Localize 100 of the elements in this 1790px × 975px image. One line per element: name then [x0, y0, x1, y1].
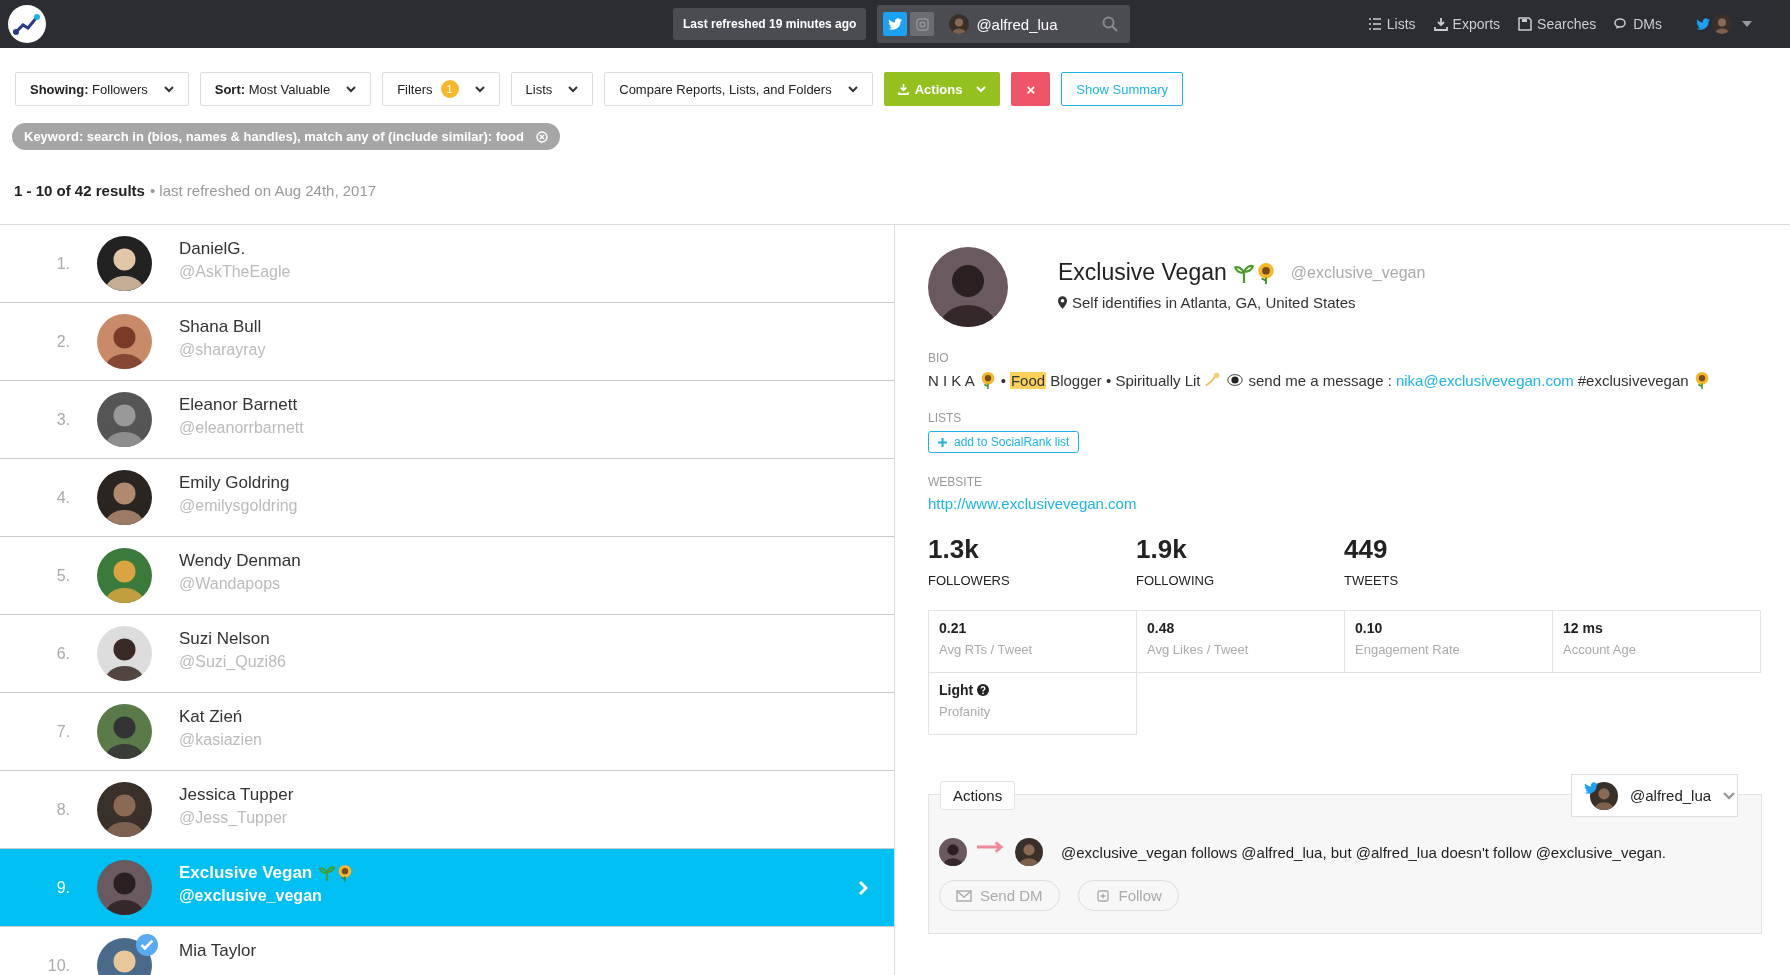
chevron-right-icon — [858, 880, 868, 895]
user-name: Kat Zień — [179, 707, 243, 727]
user-name: DanielG. — [179, 239, 246, 259]
eye-icon — [1226, 371, 1245, 389]
count-badge: 1 — [440, 80, 459, 98]
result-row[interactable]: 10. Mia Taylor — [0, 927, 894, 975]
download-icon — [1433, 17, 1448, 31]
dropdown-button[interactable]: Showing: Followers — [15, 72, 189, 106]
result-row[interactable]: 4. Emily Goldring @emilysgoldring — [0, 459, 894, 537]
result-row[interactable]: 1. DanielG. @AskTheEagle — [0, 225, 894, 303]
user-handle: @Wandapops — [179, 575, 282, 593]
highlighted-keyword: Food — [1009, 371, 1047, 389]
logo-icon[interactable] — [8, 5, 46, 43]
rank-number: 5. — [55, 566, 70, 585]
section-label: LISTS — [928, 411, 963, 425]
chevron-icon — [847, 85, 858, 93]
stat-label: TWEETS — [1344, 573, 1400, 588]
account-switcher[interactable]: @alfred_lua — [877, 5, 1131, 43]
bird-icon — [1696, 18, 1710, 30]
location-pin-icon — [1058, 296, 1067, 309]
chevron-icon — [346, 85, 357, 93]
user-name: Wendy Denman — [179, 551, 301, 571]
nav-link[interactable]: Searches — [1518, 16, 1597, 32]
chevron-icon — [976, 85, 987, 93]
plus-icon — [938, 437, 947, 447]
metric-label: Engagement Rate — [1355, 642, 1461, 657]
rank-number: 7. — [55, 722, 70, 741]
dropdown-button[interactable]: Lists — [510, 72, 594, 106]
caret-icon — [1742, 21, 1752, 27]
rank-number: 3. — [55, 410, 70, 429]
user-name: Exclusive Vegan — [179, 863, 313, 883]
nav-link[interactable]: DMs — [1614, 16, 1662, 32]
envelope-icon — [956, 889, 972, 902]
download-icon — [897, 83, 909, 95]
arrow-icon — [977, 840, 1005, 854]
user-handle: @eleanorrbarnett — [179, 419, 304, 437]
network-tab[interactable] — [883, 12, 908, 36]
stat-label: FOLLOWING — [1136, 573, 1215, 588]
rank-number: 4. — [55, 488, 70, 507]
user-handle: @kasiazien — [179, 731, 262, 749]
bio-text: Blogger • Spiritually Lit — [1050, 371, 1201, 389]
user-name: Suzi Nelson — [179, 629, 270, 649]
metric-value: 0.21 — [939, 620, 967, 636]
section-label: WEBSITE — [928, 475, 983, 489]
search-icon[interactable] — [1102, 16, 1119, 32]
user-handle: @exclusive_vegan — [179, 887, 323, 905]
rank-number: 2. — [55, 332, 70, 351]
camera-icon — [915, 17, 929, 31]
refresh-note: • last refreshed on Aug 24th, 2017 — [149, 182, 377, 199]
user-handle: @Jess_Tupper — [179, 809, 289, 827]
result-count: 1 - 10 of 42 results — [14, 182, 145, 199]
profile-menu[interactable] — [1696, 14, 1752, 34]
metric-label: Avg Likes / Tweet — [1147, 642, 1250, 657]
dropdown-button[interactable]: Sort: Most Valuable — [199, 72, 372, 106]
user-handle: @sharayray — [179, 341, 266, 359]
dropdown-button[interactable]: Compare Reports, Lists, and Folders — [604, 72, 873, 106]
section-label: BIO — [928, 351, 950, 365]
metric-label: Profanity — [939, 704, 992, 719]
account-dropdown[interactable]: @alfred_lua — [1571, 774, 1738, 817]
bio-text: send me a message : — [1248, 371, 1392, 389]
metric-value: 12 ms — [1563, 620, 1603, 636]
metric-label: Account Age — [1563, 642, 1637, 657]
relationship-text: @exclusive_vegan follows @alfred_lua, but @alfred_lua doesn't follow @exclusive_vegan. — [1061, 843, 1666, 861]
sprout-icon — [318, 864, 337, 882]
user-name: Emily Goldring — [179, 473, 290, 493]
stat-value: 1.3k — [928, 534, 980, 565]
metric-value: 0.48 — [1147, 620, 1175, 636]
result-row[interactable]: 6. Suzi Nelson @Suzi_Quzi86 — [0, 615, 894, 693]
stat-label: FOLLOWERS — [928, 573, 1011, 588]
result-row[interactable]: 3. Eleanor Barnett @eleanorrbarnett — [0, 381, 894, 459]
location-text: Self identifies in Atlanta, GA, United States — [1072, 294, 1356, 311]
result-row[interactable]: 7. Kat Zień @kasiazien — [0, 693, 894, 771]
hashtag-text: #exclusivevegan — [1577, 371, 1689, 389]
metric-value: Light — [939, 682, 974, 698]
rank-number: 10. — [46, 956, 70, 975]
bird-icon — [888, 18, 903, 30]
refresh-tooltip: Last refreshed 19 minutes ago — [673, 8, 867, 40]
list-icon — [1367, 17, 1382, 31]
chevron-icon — [1723, 791, 1736, 800]
chevron-icon — [163, 85, 174, 93]
metric-value: 0.10 — [1355, 620, 1383, 636]
bio-text: N I K A — [928, 371, 975, 389]
profile-handle: @exclusive_vegan — [1290, 263, 1426, 282]
floppy-icon — [1518, 17, 1533, 31]
profile-name: Exclusive Vegan — [1058, 259, 1227, 286]
chat-icon — [1614, 17, 1629, 31]
rank-number: 9. — [55, 878, 70, 897]
dropdown-button[interactable]: Filters 1 — [382, 72, 500, 106]
result-row[interactable]: 5. Wendy Denman @Wandapops — [0, 537, 894, 615]
bird-icon — [1584, 781, 1598, 794]
chevron-icon — [474, 85, 485, 93]
result-row[interactable]: 2. Shana Bull @sharayray — [0, 303, 894, 381]
nav-link[interactable]: Exports — [1433, 16, 1501, 32]
stat-value: 1.9k — [1136, 534, 1188, 565]
user-handle: @emilysgoldring — [179, 497, 298, 515]
user-name: Mia Taylor — [179, 941, 257, 961]
nav-link[interactable]: Lists — [1367, 16, 1416, 32]
help-icon[interactable] — [977, 684, 990, 696]
bio-text: • — [1000, 371, 1006, 389]
user-handle: @AskTheEagle — [179, 263, 291, 281]
